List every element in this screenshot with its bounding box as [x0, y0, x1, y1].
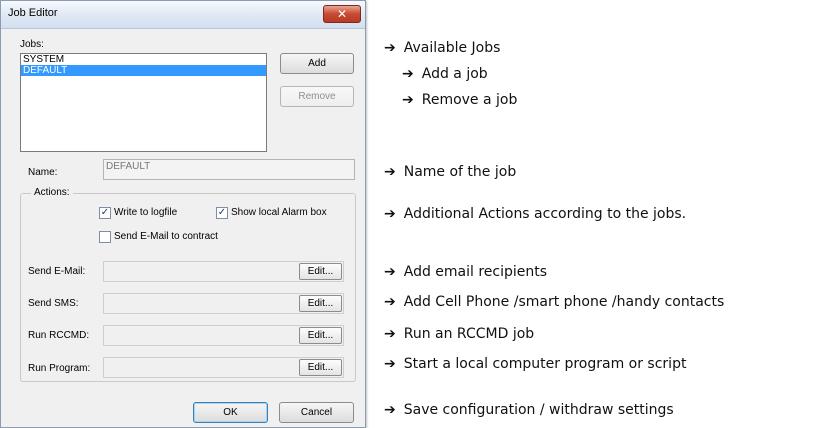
- show-alarm-label: Show local Alarm box: [231, 207, 327, 218]
- close-icon: ✕: [336, 7, 348, 21]
- list-item-system[interactable]: SYSTEM: [21, 54, 266, 65]
- run-program-field[interactable]: Edit...: [103, 357, 344, 378]
- arrow-icon: ➔: [384, 356, 396, 372]
- remove-button[interactable]: Remove: [280, 86, 354, 107]
- annotation-additional-actions: ➔ Additional Actions according to the job…: [384, 206, 686, 222]
- run-program-edit-button[interactable]: Edit...: [299, 359, 342, 376]
- annotation-text: Available Jobs: [403, 40, 501, 56]
- write-logfile-checkbox[interactable]: ✓: [99, 207, 111, 219]
- jobs-label: Jobs:: [20, 39, 44, 50]
- run-rccmd-label: Run RCCMD:: [28, 330, 90, 341]
- annotation-text: Remove a job: [421, 92, 518, 108]
- arrow-icon: ➔: [384, 294, 396, 310]
- arrow-icon: ➔: [402, 92, 414, 108]
- annotation-text: Add email recipients: [403, 264, 548, 280]
- name-label: Name:: [28, 167, 58, 178]
- annotation-remove-job: ➔ Remove a job: [402, 92, 517, 108]
- arrow-icon: ➔: [384, 264, 396, 280]
- send-email-contract-checkbox[interactable]: [99, 231, 111, 243]
- annotation-local-program: ➔ Start a local computer program or scrip…: [384, 356, 686, 372]
- run-rccmd-field[interactable]: Edit...: [103, 325, 344, 346]
- annotation-email-recipients: ➔ Add email recipients: [384, 264, 547, 280]
- window-title: Job Editor: [8, 7, 58, 19]
- annotation-text: Name of the job: [403, 164, 517, 180]
- annotation-add-job: ➔ Add a job: [402, 66, 488, 82]
- send-sms-label: Send SMS:: [28, 298, 79, 309]
- actions-legend: Actions:: [31, 187, 73, 198]
- annotation-text: Run an RCCMD job: [403, 326, 535, 342]
- annotation-save-config: ➔ Save configuration / withdraw settings: [384, 402, 674, 418]
- cancel-button[interactable]: Cancel: [279, 402, 354, 423]
- arrow-icon: ➔: [384, 402, 396, 418]
- annotation-text: Additional Actions according to the jobs…: [403, 206, 687, 222]
- run-program-label: Run Program:: [28, 363, 91, 374]
- list-item-default[interactable]: DEFAULT: [21, 65, 266, 76]
- annotation-available-jobs: ➔ Available Jobs: [384, 40, 500, 56]
- actions-group: [20, 193, 356, 382]
- send-email-field[interactable]: Edit...: [103, 261, 344, 282]
- title-bar[interactable]: Job Editor ✕: [1, 1, 365, 29]
- close-button[interactable]: ✕: [323, 5, 361, 23]
- arrow-icon: ➔: [384, 206, 396, 222]
- arrow-icon: ➔: [384, 40, 396, 56]
- jobs-listbox[interactable]: SYSTEM DEFAULT: [20, 53, 267, 152]
- annotation-text: Add Cell Phone /smart phone /handy conta…: [403, 294, 725, 310]
- annotation-rccmd-job: ➔ Run an RCCMD job: [384, 326, 534, 342]
- send-email-edit-button[interactable]: Edit...: [299, 263, 342, 280]
- ok-button[interactable]: OK: [193, 402, 268, 423]
- run-rccmd-edit-button[interactable]: Edit...: [299, 327, 342, 344]
- send-sms-field[interactable]: Edit...: [103, 293, 344, 314]
- write-logfile-label: Write to logfile: [114, 207, 178, 218]
- job-editor-dialog: Job Editor ✕ Jobs: SYSTEM DEFAULT Add Re…: [0, 0, 366, 428]
- arrow-icon: ➔: [402, 66, 414, 82]
- arrow-icon: ➔: [384, 326, 396, 342]
- annotation-text: Add a job: [421, 66, 488, 82]
- annotation-cell-phone: ➔ Add Cell Phone /smart phone /handy cont…: [384, 294, 724, 310]
- annotation-name-of-job: ➔ Name of the job: [384, 164, 516, 180]
- send-email-label: Send E-Mail:: [28, 266, 86, 277]
- annotation-text: Start a local computer program or script: [403, 356, 687, 372]
- name-field[interactable]: DEFAULT: [103, 159, 355, 180]
- add-button[interactable]: Add: [280, 53, 354, 74]
- send-email-contract-label: Send E-Mail to contract: [114, 231, 218, 242]
- show-alarm-checkbox[interactable]: ✓: [216, 207, 228, 219]
- annotation-text: Save configuration / withdraw settings: [403, 402, 674, 418]
- send-sms-edit-button[interactable]: Edit...: [299, 295, 342, 312]
- arrow-icon: ➔: [384, 164, 396, 180]
